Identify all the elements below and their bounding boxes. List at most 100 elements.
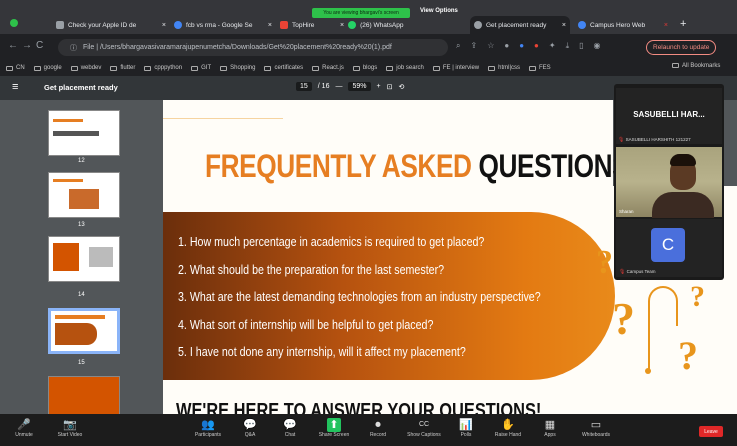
reload-icon[interactable]: C [36,40,43,51]
decor-line [648,318,650,370]
extension-icon[interactable]: ● [534,41,539,51]
bookmark-label: Shopping [230,65,256,71]
bookmark-item[interactable]: certificates [264,65,303,71]
bookmark-item[interactable]: blogs [352,65,378,71]
bookmark-item[interactable]: google [33,65,62,71]
unmute-button[interactable]: 🎤 Unmute [2,418,46,438]
rotate-icon[interactable]: ⟲ [398,83,404,91]
host-subtitle: 🎙 SASUBELLI HARSHITH 121227 [618,137,691,143]
participants-button[interactable]: 👥 Participants [186,418,230,438]
bookmark-item[interactable]: webdev [70,65,101,71]
zoom-input[interactable]: 59% [348,82,371,91]
menu-icon[interactable]: ≡ [12,81,18,93]
url-input[interactable]: ⓘ File | /Users/bhargavasivaramarajupenum… [58,39,448,56]
page-number-label: 12 [78,158,85,164]
toolbar-label: Polls [460,432,472,438]
toolbar-label: Apps [544,432,556,438]
close-icon[interactable]: × [562,22,566,29]
participants-icon: 👥 [201,419,215,431]
close-icon[interactable]: × [340,22,344,29]
chat-button[interactable]: 💬 Chat [268,418,312,438]
raise-hand-button[interactable]: ✋ Raise Hand [486,418,530,438]
star-icon[interactable]: ☆ [487,41,494,51]
thumbnail-page[interactable] [48,110,120,156]
leave-button[interactable]: Leave [699,426,723,437]
bookmark-item[interactable]: CN [6,65,25,71]
extension-icon[interactable]: ● [519,41,524,51]
close-icon[interactable]: × [162,22,166,29]
thumbnail-page[interactable] [48,236,120,282]
view-options-button[interactable]: View Options [420,8,458,14]
back-icon[interactable]: ← [8,40,18,51]
all-bookmarks[interactable]: All Bookmarks [672,63,720,69]
folder-icon [386,65,394,71]
share-screen-button[interactable]: ⬆ Share Screen [312,418,356,438]
thumbnail-page[interactable] [48,172,120,218]
qa-button[interactable]: 💬 Q&A [228,418,272,438]
tab-google[interactable]: fcb vs rma - Google Se × [170,16,276,34]
zoom-out-button[interactable]: — [335,83,342,90]
participant-video-body [652,192,714,218]
thumb-graphic [89,247,113,267]
thumbnail-page-selected[interactable] [48,308,120,354]
video-participant-name: Sharan [619,209,634,214]
bookmark-item[interactable]: FES [529,65,551,71]
pdf-tab-icon [474,21,482,29]
bookmark-label: GIT [201,65,212,71]
sidepanel-icon[interactable]: ▯ [579,41,583,51]
tab-apple-id[interactable]: Check your Apple ID de × [52,16,170,34]
folder-icon [33,65,41,71]
record-icon: ⏺ [375,419,381,431]
bookmark-item[interactable]: FE | interview [432,65,479,71]
new-tab-button[interactable]: + [680,18,686,30]
thumb-graphic [53,131,99,136]
decor-dot [645,368,651,374]
muted-mic-icon: 🎙 [619,269,626,275]
bookmark-item[interactable]: html|css [488,65,520,71]
tab-campus-hero[interactable]: Campus Hero Web × [574,16,672,34]
thumb-graphic [53,119,83,122]
close-icon[interactable]: × [664,22,668,29]
qa-icon: 💬 [243,419,257,431]
folder-icon [6,65,13,71]
page-number-input[interactable]: 15 [296,82,312,91]
title-part-black: QUESTIONS [478,148,630,184]
bookmark-label: blogs [362,65,378,71]
tab-label: (26) WhatsApp [360,21,404,29]
relaunch-button[interactable]: Relaunch to update [646,40,717,55]
forward-icon[interactable]: → [22,40,32,51]
zoom-in-button[interactable]: + [377,83,381,90]
tab-get-placement-ready[interactable]: Get placement ready × [470,16,570,34]
polls-button[interactable]: 📊 Polls [444,418,488,438]
start-video-button[interactable]: 📷 Start Video [48,418,92,438]
url-text: File | /Users/bhargavasivaramarajupenume… [83,44,392,51]
bookmark-label: FES [539,65,551,71]
thumb-graphic [69,189,99,209]
show-captions-button[interactable]: CC Show Captions [402,418,446,438]
extension-icon[interactable]: ● [504,41,509,51]
profile-icon[interactable]: ◉ [594,41,601,51]
close-icon[interactable]: × [268,22,272,29]
whiteboard-icon: ▭ [590,419,602,431]
record-button[interactable]: ⏺ Record [356,418,400,438]
bookmark-label: job search [396,65,424,71]
tab-favicon [56,21,64,29]
bookmark-item[interactable]: job search [386,65,424,71]
bookmark-item[interactable]: Shopping [220,65,255,71]
bookmark-item[interactable]: cpppython [144,65,182,71]
tab-whatsapp[interactable]: × (26) WhatsApp [336,16,432,34]
bookmark-item[interactable]: React.js [312,65,344,71]
search-icon[interactable]: ⌕ [456,41,460,51]
share-icon[interactable]: ⇪ [470,41,477,51]
tab-tophire[interactable]: TopHire [276,16,336,34]
whatsapp-icon [348,21,357,29]
whiteboards-button[interactable]: ▭ Whiteboards [574,418,618,438]
toolbar-label: Unmute [15,432,33,438]
bookmark-item[interactable]: flutter [110,65,135,71]
download-icon[interactable]: ⤓ [566,41,570,51]
apps-button[interactable]: ▦ Apps [528,418,572,438]
puzzle-icon[interactable]: ✦ [549,41,556,51]
bookmark-item[interactable]: GIT [191,65,211,71]
fit-page-icon[interactable]: ⊡ [387,83,393,91]
thumbnail-page[interactable] [48,376,120,414]
